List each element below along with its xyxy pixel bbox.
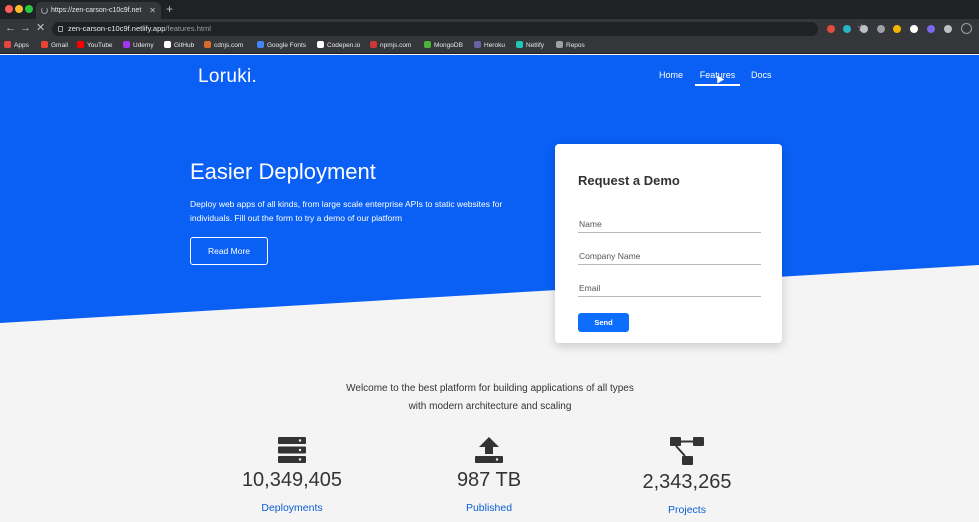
stop-loading-icon[interactable]: ✕ [36, 21, 45, 35]
bookmark-cdnjs-com[interactable]: cdnjs.com [204, 38, 243, 54]
url-path: /features.html [165, 24, 211, 33]
email-field[interactable] [578, 280, 761, 297]
server-icon [278, 437, 306, 463]
bookmark-label: Heroku [484, 42, 505, 49]
loading-icon [41, 7, 48, 14]
bookmark-label: YouTube [87, 42, 113, 49]
site-logo[interactable]: Loruki. [198, 66, 257, 88]
browser-toolbar: ← → ✕ zen-carson-c10c9f.netlify.app/feat… [0, 19, 979, 38]
bookmark-label: Apps [14, 42, 29, 49]
page-viewport: Loruki. Home Features Docs Easier Deploy… [0, 55, 979, 522]
tab-title: https://zen-carson-c10c9f.net [51, 7, 142, 14]
bookmark-favicon-icon [317, 41, 324, 48]
bookmark-label: Codepen.io [327, 42, 361, 49]
extension-icon[interactable] [877, 25, 885, 33]
stat-projects: 2,343,265 Projects [612, 437, 762, 516]
bookmark-label: Repos [566, 42, 585, 49]
minimize-window-button[interactable] [15, 5, 23, 13]
send-button[interactable]: Send [578, 313, 629, 332]
bookmark-favicon-icon [4, 41, 11, 48]
bookmarks-bar: Apps Gmail YouTube Udemy GitHub cdnjs.com Goog… [0, 38, 979, 54]
stat-deployments: 10,349,405 Deployments [217, 437, 367, 514]
nav-docs-link[interactable]: Docs [751, 70, 772, 80]
company-name-field[interactable] [578, 248, 761, 265]
browser-tab[interactable]: https://zen-carson-c10c9f.net ✕ [36, 2, 161, 19]
bookmark-favicon-icon [77, 41, 84, 48]
stat-label: Deployments [261, 502, 323, 514]
lock-icon [58, 26, 63, 32]
bookmark-apps[interactable]: Apps [4, 38, 29, 54]
bookmark-favicon-icon [370, 41, 377, 48]
bookmark-google-fonts[interactable]: Google Fonts [257, 38, 306, 54]
extension-icon[interactable] [843, 25, 851, 33]
bookmark-favicon-icon [474, 41, 481, 48]
project-diagram-icon [670, 437, 704, 465]
stat-value: 2,343,265 [642, 471, 732, 493]
address-bar[interactable]: zen-carson-c10c9f.netlify.app/features.h… [52, 22, 866, 36]
bookmark-label: MongoDB [434, 42, 463, 49]
bookmark-netlify[interactable]: Netlify [516, 38, 544, 54]
stat-published: 987 TB Published [414, 437, 564, 514]
bookmark-favicon-icon [204, 41, 211, 48]
bookmark-gmail[interactable]: Gmail [41, 38, 68, 54]
bookmark-favicon-icon [164, 41, 171, 48]
close-tab-icon[interactable]: ✕ [149, 2, 156, 19]
back-icon[interactable]: ← [5, 21, 16, 35]
extension-icon[interactable] [827, 25, 835, 33]
zoom-window-button[interactable] [25, 5, 33, 13]
forward-icon[interactable]: → [20, 21, 31, 35]
url-host: zen-carson-c10c9f.netlify.app [68, 24, 166, 33]
bookmark-favicon-icon [257, 41, 264, 48]
extension-icon[interactable] [927, 25, 935, 33]
read-more-button[interactable]: Read More [190, 237, 268, 265]
bookmark-label: Netlify [526, 42, 545, 49]
profile-icon[interactable] [961, 23, 972, 34]
extension-icon[interactable] [893, 25, 901, 33]
extension-icon[interactable] [860, 25, 868, 33]
bookmark-mongodb[interactable]: MongoDB [424, 38, 463, 54]
bookmark-repos[interactable]: Repos [556, 38, 585, 54]
bookmark-label: cdnjs.com [214, 42, 244, 49]
welcome-text: Welcome to the best platform for buildin… [346, 383, 634, 412]
bookmark-label: GitHub [174, 42, 195, 49]
hero-title: Easier Deployment [190, 159, 376, 184]
bookmark-npmjs-com[interactable]: npmjs.com [370, 38, 411, 54]
bookmark-youtube[interactable]: YouTube [77, 38, 113, 54]
stat-label: Published [465, 502, 513, 514]
bookmark-label: npmjs.com [380, 42, 412, 49]
bookmark-label: Google Fonts [267, 42, 307, 49]
bookmark-favicon-icon [424, 41, 431, 48]
close-window-button[interactable] [5, 5, 13, 13]
bookmark-github[interactable]: GitHub [164, 38, 194, 54]
bookmark-favicon-icon [123, 41, 130, 48]
upload-icon [475, 437, 503, 463]
hero-description: Deploy web apps of all kinds, from large… [190, 199, 503, 223]
bookmark-label: Gmail [51, 42, 68, 49]
bookmark-udemy[interactable]: Udemy [123, 38, 154, 54]
stat-value: 987 TB [456, 469, 522, 491]
bookmark-codepen-io[interactable]: Codepen.io [317, 38, 360, 54]
extension-icon[interactable] [910, 25, 918, 33]
bookmark-favicon-icon [516, 41, 523, 48]
bookmark-heroku[interactable]: Heroku [474, 38, 505, 54]
browser-tab-bar: https://zen-carson-c10c9f.net ✕ + [0, 0, 979, 19]
bookmark-favicon-icon [556, 41, 563, 48]
name-field[interactable] [578, 216, 761, 233]
stat-label: Projects [668, 504, 706, 516]
bookmark-label: Udemy [133, 42, 154, 49]
stat-value: 10,349,405 [241, 469, 343, 491]
new-tab-icon[interactable]: + [166, 2, 173, 17]
nav-home-link[interactable]: Home [659, 70, 683, 80]
bookmark-favicon-icon [41, 41, 48, 48]
extensions-puzzle-icon[interactable] [944, 25, 952, 33]
request-demo-form: Request a Demo Send [555, 144, 782, 343]
form-title: Request a Demo [578, 173, 680, 188]
